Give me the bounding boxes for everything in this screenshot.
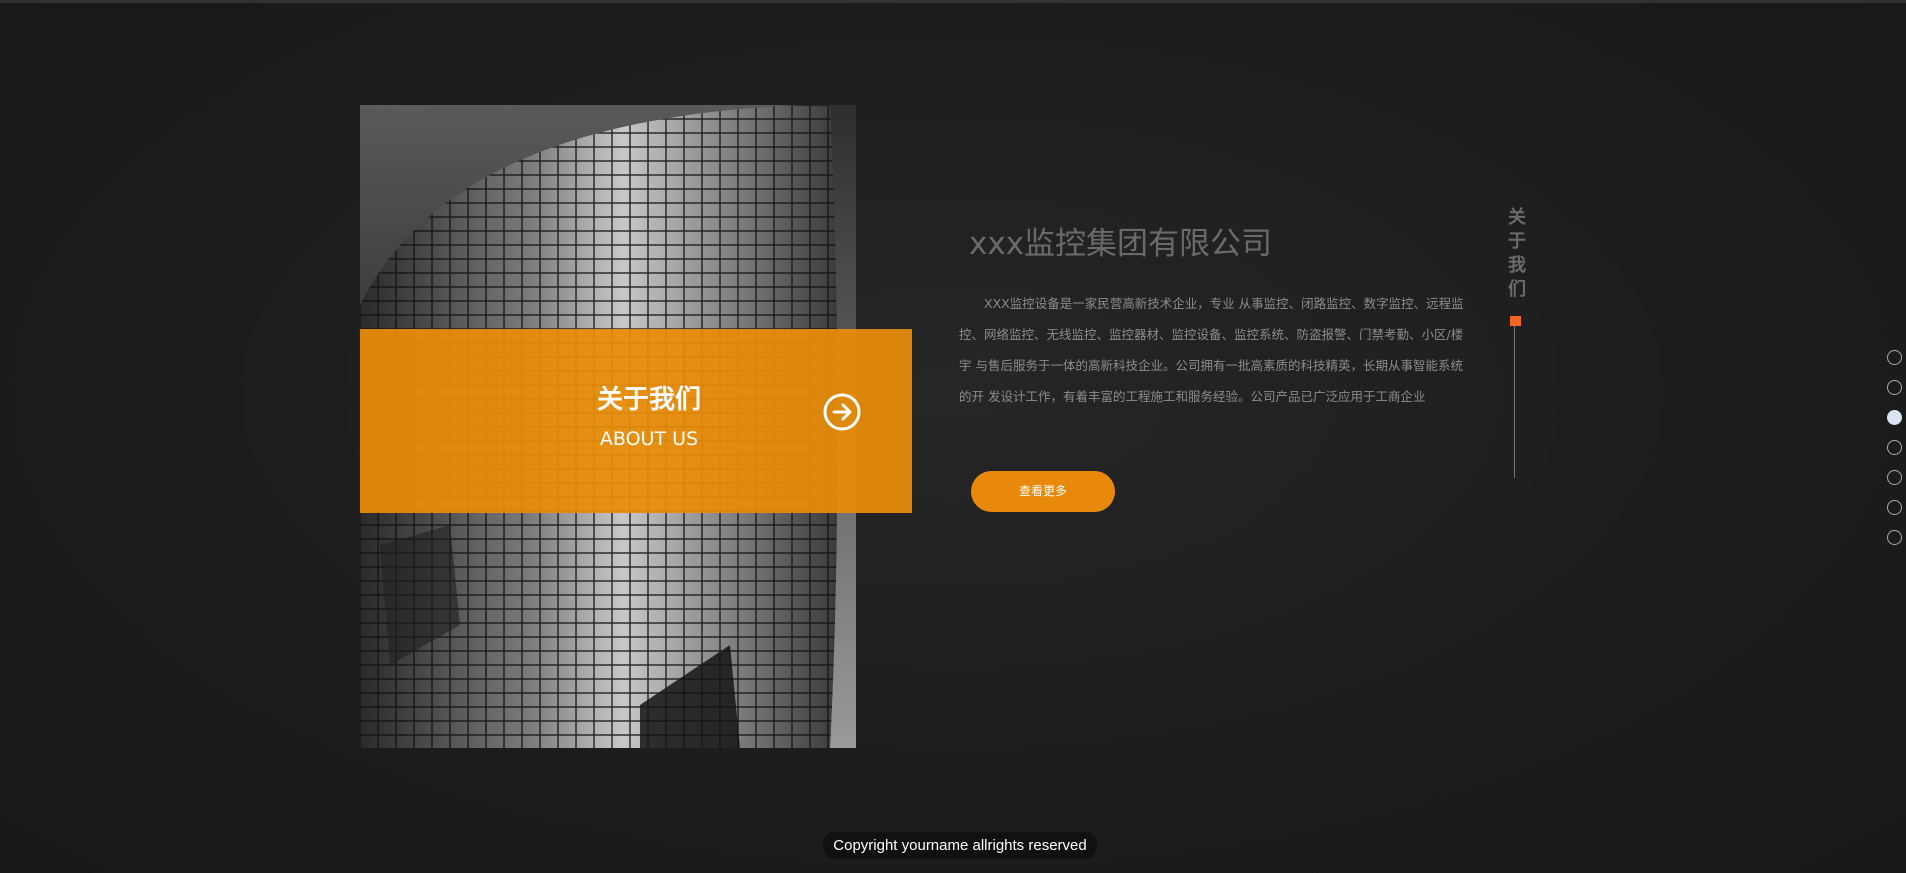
nav-dot-2[interactable] [1887, 380, 1902, 395]
nav-dot-4[interactable] [1887, 440, 1902, 455]
footer-copyright: Copyright yourname allrights reserved [823, 832, 1097, 859]
view-more-button[interactable]: 查看更多 [971, 471, 1115, 512]
nav-dot-6[interactable] [1887, 500, 1902, 515]
arrow-right-circle-icon[interactable] [823, 393, 861, 431]
about-banner: 关于我们 ABOUT US [360, 329, 912, 513]
nav-dot-1[interactable] [1887, 350, 1902, 365]
vertical-label-char: 我 [1508, 255, 1526, 276]
vertical-section-label: 关 于 我 们 [1507, 206, 1527, 302]
nav-dot-5[interactable] [1887, 470, 1902, 485]
banner-subtitle: ABOUT US [599, 428, 699, 450]
nav-dot-7[interactable] [1887, 530, 1902, 545]
section-marker [1510, 316, 1521, 326]
top-border [0, 0, 1906, 3]
vertical-label-char: 们 [1508, 279, 1526, 300]
section-line [1514, 326, 1515, 478]
section-nav-dots [1887, 350, 1903, 560]
company-name: xxx监控集团有限公司 [969, 226, 1273, 262]
nav-dot-3[interactable] [1887, 410, 1902, 425]
company-description: XXX监控设备是一家民营高新技术企业，专业 从事监控、闭路监控、数字监控、远程监… [959, 296, 1464, 404]
vertical-label-char: 于 [1508, 231, 1526, 252]
vertical-label-char: 关 [1508, 207, 1526, 228]
